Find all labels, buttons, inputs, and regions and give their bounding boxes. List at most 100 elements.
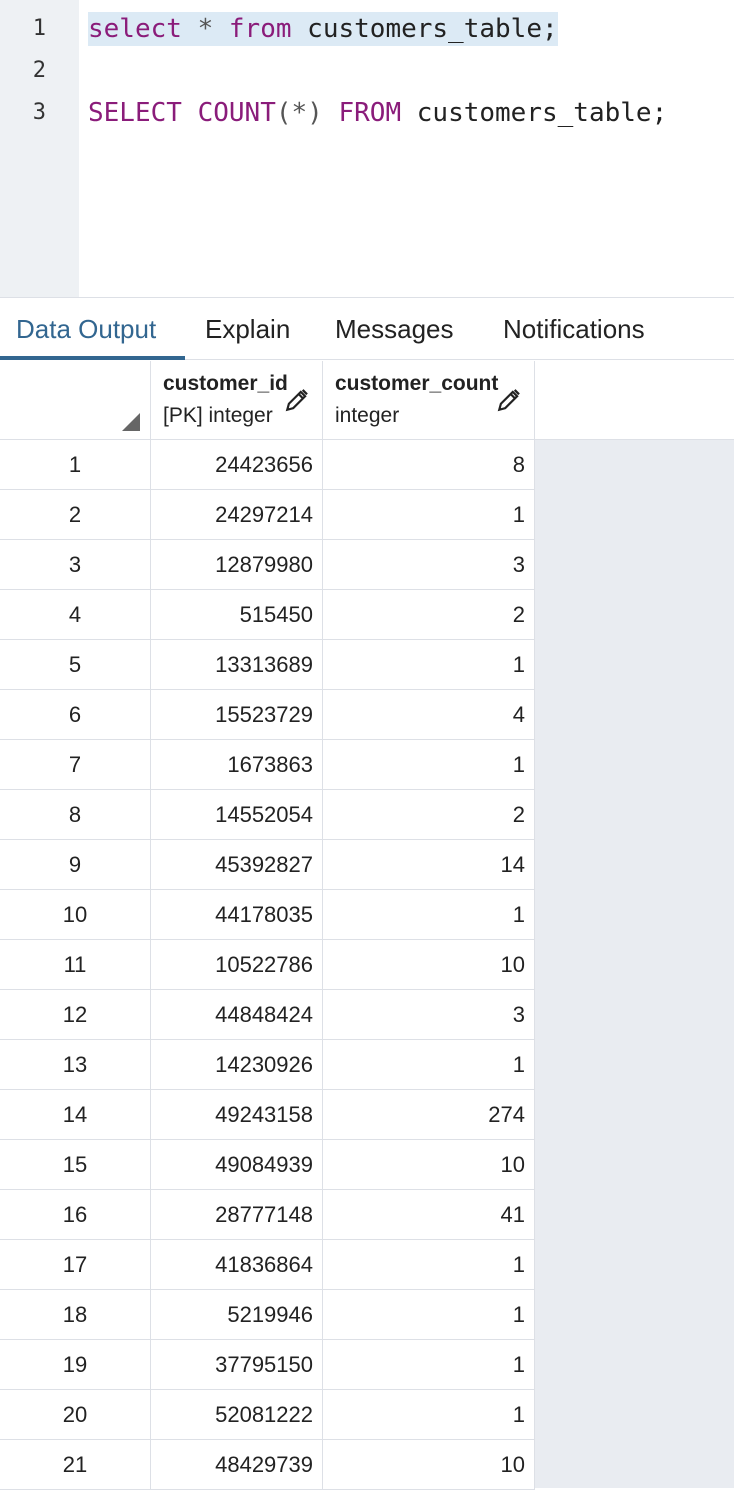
- customer-count-cell[interactable]: 41: [323, 1190, 535, 1240]
- row-number-cell[interactable]: 15: [0, 1140, 151, 1190]
- row-number-cell[interactable]: 18: [0, 1290, 151, 1340]
- customer-id-cell[interactable]: 44178035: [151, 890, 323, 940]
- table-row[interactable]: 11 10522786 10: [0, 940, 535, 990]
- table-row[interactable]: 7 1673863 1: [0, 740, 535, 790]
- customer-count-cell[interactable]: 10: [323, 940, 535, 990]
- customer-count-cell[interactable]: 1: [323, 1290, 535, 1340]
- row-number-cell[interactable]: 8: [0, 790, 151, 840]
- row-number-cell[interactable]: 17: [0, 1240, 151, 1290]
- row-number-cell[interactable]: 1: [0, 440, 151, 490]
- table-row[interactable]: 21 48429739 10: [0, 1440, 535, 1490]
- customer-id-cell[interactable]: 12879980: [151, 540, 323, 590]
- customer-count-cell[interactable]: 10: [323, 1440, 535, 1490]
- customer-id-cell[interactable]: 45392827: [151, 840, 323, 890]
- table-row[interactable]: 1 24423656 8: [0, 440, 535, 490]
- customer-id-cell[interactable]: 52081222: [151, 1390, 323, 1440]
- table-row[interactable]: 16 28777148 41: [0, 1190, 535, 1240]
- customer-id-cell[interactable]: 15523729: [151, 690, 323, 740]
- tab-explain[interactable]: Explain: [189, 298, 306, 360]
- customer-id-cell[interactable]: 14230926: [151, 1040, 323, 1090]
- row-number-cell[interactable]: 12: [0, 990, 151, 1040]
- row-number-cell[interactable]: 19: [0, 1340, 151, 1390]
- code-line-1[interactable]: select * from customers_table;: [88, 12, 558, 46]
- table-row[interactable]: 13 14230926 1: [0, 1040, 535, 1090]
- customer-id-cell[interactable]: 41836864: [151, 1240, 323, 1290]
- customer-count-cell[interactable]: 2: [323, 790, 535, 840]
- table-row[interactable]: 8 14552054 2: [0, 790, 535, 840]
- row-number-cell[interactable]: 5: [0, 640, 151, 690]
- table-row[interactable]: 19 37795150 1: [0, 1340, 535, 1390]
- table-row[interactable]: 3 12879980 3: [0, 540, 535, 590]
- table-row[interactable]: 12 44848424 3: [0, 990, 535, 1040]
- table-row[interactable]: 17 41836864 1: [0, 1240, 535, 1290]
- customer-id-cell[interactable]: 44848424: [151, 990, 323, 1040]
- row-number-cell[interactable]: 9: [0, 840, 151, 890]
- line-number-gutter: 1 2 3: [0, 0, 79, 297]
- customer-count-cell[interactable]: 4: [323, 690, 535, 740]
- column-header-customer-count[interactable]: customer_count integer: [323, 361, 535, 440]
- row-number-cell[interactable]: 16: [0, 1190, 151, 1240]
- customer-count-cell[interactable]: 1: [323, 490, 535, 540]
- customer-count-cell[interactable]: 10: [323, 1140, 535, 1190]
- customer-id-cell[interactable]: 1673863: [151, 740, 323, 790]
- row-number-cell[interactable]: 3: [0, 540, 151, 590]
- row-number-cell[interactable]: 13: [0, 1040, 151, 1090]
- table-row[interactable]: 9 45392827 14: [0, 840, 535, 890]
- customer-count-cell[interactable]: 1: [323, 1390, 535, 1440]
- customer-count-cell[interactable]: 274: [323, 1090, 535, 1140]
- customer-count-cell[interactable]: 1: [323, 640, 535, 690]
- customer-count-cell[interactable]: 2: [323, 590, 535, 640]
- row-number-cell[interactable]: 2: [0, 490, 151, 540]
- customer-id-cell[interactable]: 13313689: [151, 640, 323, 690]
- customer-count-cell[interactable]: 1: [323, 1240, 535, 1290]
- customer-count-cell[interactable]: 14: [323, 840, 535, 890]
- row-number-cell[interactable]: 4: [0, 590, 151, 640]
- customer-id-cell[interactable]: 515450: [151, 590, 323, 640]
- customer-id-cell[interactable]: 37795150: [151, 1340, 323, 1390]
- customer-id-cell[interactable]: 28777148: [151, 1190, 323, 1240]
- customer-id-cell[interactable]: 10522786: [151, 940, 323, 990]
- tab-messages[interactable]: Messages: [319, 298, 470, 360]
- customer-count-cell[interactable]: 3: [323, 990, 535, 1040]
- customer-count-cell[interactable]: 1: [323, 1040, 535, 1090]
- row-number-cell[interactable]: 11: [0, 940, 151, 990]
- row-number-cell[interactable]: 14: [0, 1090, 151, 1140]
- customer-count-cell[interactable]: 1: [323, 890, 535, 940]
- table-row[interactable]: 2 24297214 1: [0, 490, 535, 540]
- customer-count-cell[interactable]: 3: [323, 540, 535, 590]
- table-row[interactable]: 10 44178035 1: [0, 890, 535, 940]
- customer-id-cell[interactable]: 14552054: [151, 790, 323, 840]
- column-header-customer-id[interactable]: customer_id [PK] integer: [151, 361, 323, 440]
- row-number-cell[interactable]: 21: [0, 1440, 151, 1490]
- table-row[interactable]: 20 52081222 1: [0, 1390, 535, 1440]
- customer-count-cell[interactable]: 1: [323, 1340, 535, 1390]
- customer-count-cell[interactable]: 8: [323, 440, 535, 490]
- customer-id-cell[interactable]: 24297214: [151, 490, 323, 540]
- tab-data-output[interactable]: Data Output: [0, 298, 185, 360]
- row-number-cell[interactable]: 10: [0, 890, 151, 940]
- table-row[interactable]: 15 49084939 10: [0, 1140, 535, 1190]
- table-row[interactable]: 18 5219946 1: [0, 1290, 535, 1340]
- row-number-header[interactable]: [0, 361, 151, 440]
- table-row[interactable]: 5 13313689 1: [0, 640, 535, 690]
- table-row[interactable]: 6 15523729 4: [0, 690, 535, 740]
- pencil-icon[interactable]: [284, 387, 310, 413]
- tab-notifications[interactable]: Notifications: [487, 298, 661, 360]
- customer-id-cell[interactable]: 5219946: [151, 1290, 323, 1340]
- customer-count-cell[interactable]: 1: [323, 740, 535, 790]
- sql-keyword: SELECT: [88, 98, 182, 128]
- table-row[interactable]: 14 49243158 274: [0, 1090, 535, 1140]
- customer-id-cell[interactable]: 49243158: [151, 1090, 323, 1140]
- row-number-cell[interactable]: 6: [0, 690, 151, 740]
- customer-id-cell[interactable]: 49084939: [151, 1140, 323, 1190]
- row-number-cell[interactable]: 7: [0, 740, 151, 790]
- select-all-corner[interactable]: [122, 413, 140, 431]
- row-number-cell[interactable]: 20: [0, 1390, 151, 1440]
- table-row[interactable]: 4 515450 2: [0, 590, 535, 640]
- column-type: [PK] integer: [163, 404, 273, 427]
- customer-id-cell[interactable]: 48429739: [151, 1440, 323, 1490]
- customer-id-cell[interactable]: 24423656: [151, 440, 323, 490]
- query-editor[interactable]: 1 2 3 select * from customers_table; SEL…: [0, 0, 734, 297]
- code-line-3[interactable]: SELECT COUNT(*) FROM customers_table;: [88, 96, 667, 130]
- pencil-icon[interactable]: [496, 387, 522, 413]
